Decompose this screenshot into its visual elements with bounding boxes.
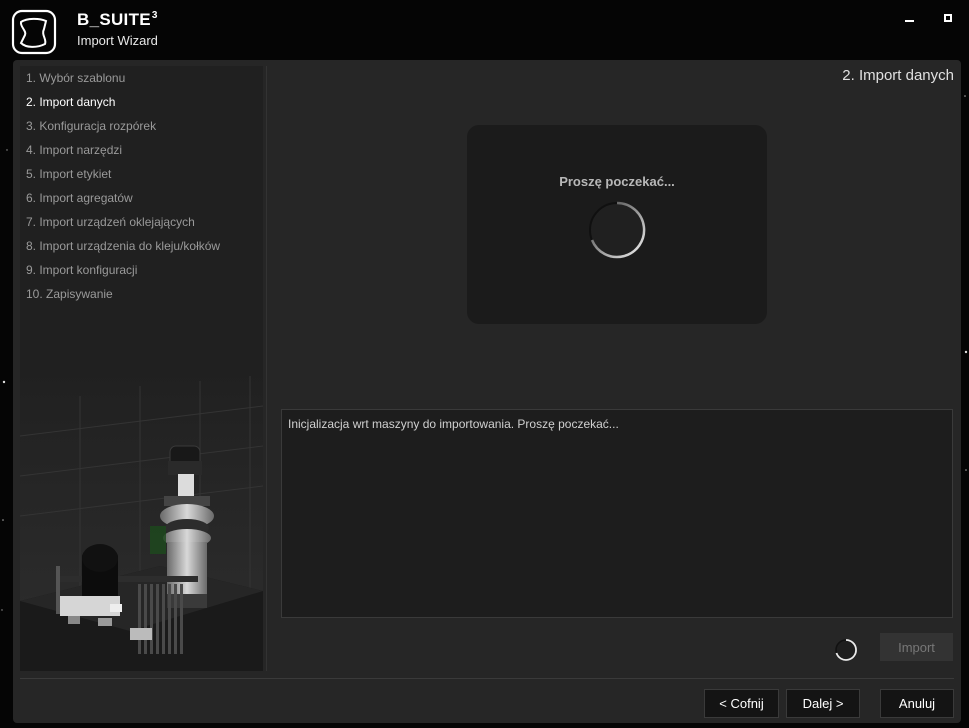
next-button[interactable]: Dalej > <box>786 689 860 718</box>
wait-overlay: Proszę poczekać... <box>467 125 767 324</box>
page-title: 2. Import danych <box>842 67 954 84</box>
minimize-icon <box>904 20 914 22</box>
wizard-sidebar: 1. Wybór szablonu 2. Import danych 3. Konf… <box>20 66 263 671</box>
cancel-button[interactable]: Anuluj <box>880 689 954 718</box>
app-name-superscript: 3 <box>151 10 158 22</box>
b-suite-logo-icon <box>11 9 57 55</box>
sidebar-divider <box>266 66 267 671</box>
step-list: 1. Wybór szablonu 2. Import danych 3. Konf… <box>26 70 220 310</box>
import-button[interactable]: Import <box>880 633 953 661</box>
step-item: 5. Import etykiet <box>26 167 112 181</box>
step-item: 8. Import urządzenia do kleju/kołków <box>26 239 221 253</box>
wait-message: Proszę poczekać... <box>559 174 675 189</box>
app-name-text: B_SUITE <box>77 10 151 29</box>
step-item: 4. Import narzędzi <box>26 143 123 157</box>
step-item: 9. Import konfiguracji <box>26 263 138 277</box>
footer-divider <box>20 678 954 679</box>
minimize-button[interactable] <box>898 8 920 28</box>
step-item: 10. Zapisywanie <box>26 287 113 301</box>
step-item: 3. Konfiguracja rozpórek <box>26 119 157 133</box>
step-item: 1. Wybór szablonu <box>26 71 126 85</box>
app-subtitle: Import Wizard <box>77 33 158 48</box>
app-name: B_SUITE3 <box>77 10 158 30</box>
maximize-button[interactable] <box>937 8 959 28</box>
step-item: 2. Import danych <box>26 95 116 109</box>
import-log: Inicjalizacja wrt maszyny do importowani… <box>281 409 953 618</box>
maximize-icon <box>944 14 952 22</box>
title-bar: B_SUITE3 Import Wizard <box>0 0 969 60</box>
spinner-icon <box>589 201 646 259</box>
machine-illustration <box>20 366 263 671</box>
spinner-icon <box>835 639 857 661</box>
step-item: 7. Import urządzeń oklejających <box>26 215 195 229</box>
step-item: 6. Import agregatów <box>26 191 133 205</box>
back-button[interactable]: < Cofnij <box>704 689 779 718</box>
